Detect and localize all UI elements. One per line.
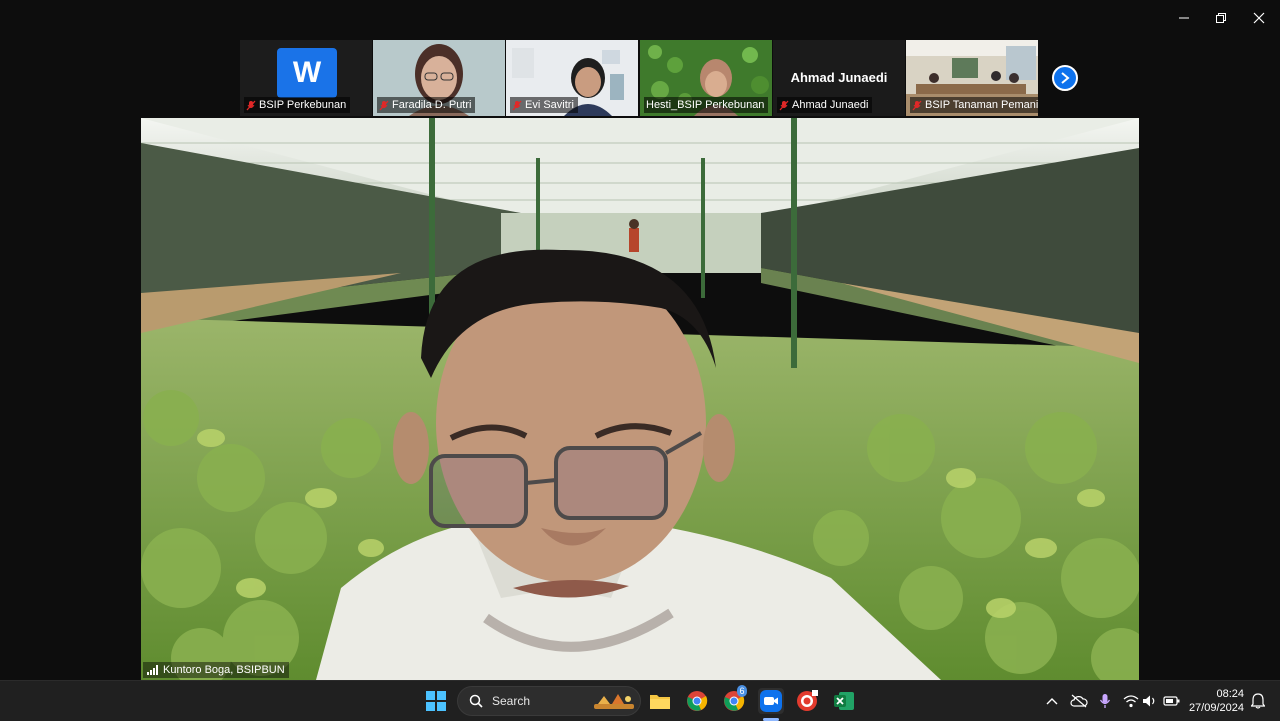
battery-icon xyxy=(1163,696,1180,706)
participant-name: Faradila D. Putri xyxy=(392,99,472,111)
participant-name: Evi Savitri xyxy=(525,99,574,111)
participant-label: BSIP Perkebunan xyxy=(244,97,351,113)
search-highlight-icon xyxy=(594,694,634,709)
battery-button[interactable] xyxy=(1160,689,1184,713)
participant-tile[interactable]: Ahmad Junaedi Ahmad Junaedi xyxy=(773,40,905,116)
clock-date: 27/09/2024 xyxy=(1188,702,1244,714)
speaker-label: Kuntoro Boga, BSIPBUN xyxy=(143,662,289,678)
microphone-button[interactable] xyxy=(1093,689,1117,713)
zoom-button[interactable] xyxy=(758,688,784,714)
minimize-icon xyxy=(1179,17,1189,19)
chevron-up-icon xyxy=(1046,698,1058,705)
start-button[interactable] xyxy=(424,689,448,713)
participant-strip: W BSIP Perkebunan Faradila D. Putri Evi … xyxy=(240,40,1040,116)
microphone-icon xyxy=(1099,694,1111,708)
speaker-name: Kuntoro Boga, BSIPBUN xyxy=(163,664,285,676)
clock-time: 08:24 xyxy=(1216,688,1244,700)
chrome-icon xyxy=(687,691,708,711)
participant-label: Hesti_BSIP Perkebunan xyxy=(644,97,769,113)
speaker-video-feed xyxy=(141,118,1139,680)
muted-mic-icon xyxy=(779,100,789,110)
screen-recorder-button[interactable] xyxy=(795,689,819,713)
restore-icon xyxy=(1216,13,1226,23)
participant-tile[interactable]: Evi Savitri xyxy=(506,40,638,116)
participant-tile[interactable]: BSIP Tanaman Pemanis... xyxy=(906,40,1038,116)
active-speaker-video: Kuntoro Boga, BSIPBUN xyxy=(141,118,1139,680)
muted-mic-icon xyxy=(512,100,522,110)
clock[interactable]: 08:24 27/09/2024 xyxy=(1189,687,1244,715)
search-box[interactable]: Search xyxy=(457,686,641,716)
avatar: W xyxy=(277,48,337,98)
chevron-right-icon xyxy=(1061,72,1070,84)
minimize-button[interactable] xyxy=(1166,6,1202,30)
recorder-icon xyxy=(797,690,818,711)
signal-strength-icon xyxy=(147,665,158,675)
participant-name: Hesti_BSIP Perkebunan xyxy=(646,99,765,111)
file-explorer-button[interactable] xyxy=(648,689,672,713)
zoom-icon xyxy=(760,690,782,712)
participant-name: BSIP Tanaman Pemanis... xyxy=(925,99,1038,111)
cloud-off-icon xyxy=(1070,694,1088,708)
close-button[interactable] xyxy=(1241,6,1277,30)
participant-label: Evi Savitri xyxy=(510,97,578,113)
chrome-button[interactable] xyxy=(685,689,709,713)
participant-label: Ahmad Junaedi xyxy=(777,97,873,113)
search-placeholder: Search xyxy=(492,694,531,708)
onedrive-offline-button[interactable] xyxy=(1067,689,1091,713)
excel-button[interactable] xyxy=(832,689,856,713)
next-page-button[interactable] xyxy=(1052,65,1078,91)
speaker-icon xyxy=(1143,695,1155,707)
participant-tile[interactable]: W BSIP Perkebunan xyxy=(240,40,372,116)
notification-badge: 6 xyxy=(737,685,747,697)
excel-icon xyxy=(834,692,854,710)
participant-display-name: Ahmad Junaedi xyxy=(790,70,888,85)
bell-icon xyxy=(1251,693,1265,709)
participant-label: Faradila D. Putri xyxy=(377,97,476,113)
participant-tile[interactable]: Hesti_BSIP Perkebunan xyxy=(640,40,772,116)
muted-mic-icon xyxy=(379,100,389,110)
taskbar: Search 6 08:24 27/09/2024 xyxy=(0,680,1280,721)
folder-icon xyxy=(650,695,670,709)
volume-button[interactable] xyxy=(1138,689,1162,713)
search-icon xyxy=(469,694,483,708)
participant-name: BSIP Perkebunan xyxy=(259,99,347,111)
participant-tile[interactable]: Faradila D. Putri xyxy=(373,40,505,116)
muted-mic-icon xyxy=(246,100,256,110)
chrome-profile-button[interactable]: 6 xyxy=(722,685,747,713)
participant-label: BSIP Tanaman Pemanis... xyxy=(910,97,1038,113)
wifi-icon xyxy=(1123,695,1139,708)
participant-name: Ahmad Junaedi xyxy=(792,99,869,111)
close-icon xyxy=(1253,12,1265,24)
windows-logo-icon xyxy=(426,691,446,711)
muted-mic-icon xyxy=(912,100,922,110)
show-hidden-icons-button[interactable] xyxy=(1040,689,1064,713)
notifications-button[interactable] xyxy=(1246,689,1270,713)
restore-button[interactable] xyxy=(1203,6,1239,30)
